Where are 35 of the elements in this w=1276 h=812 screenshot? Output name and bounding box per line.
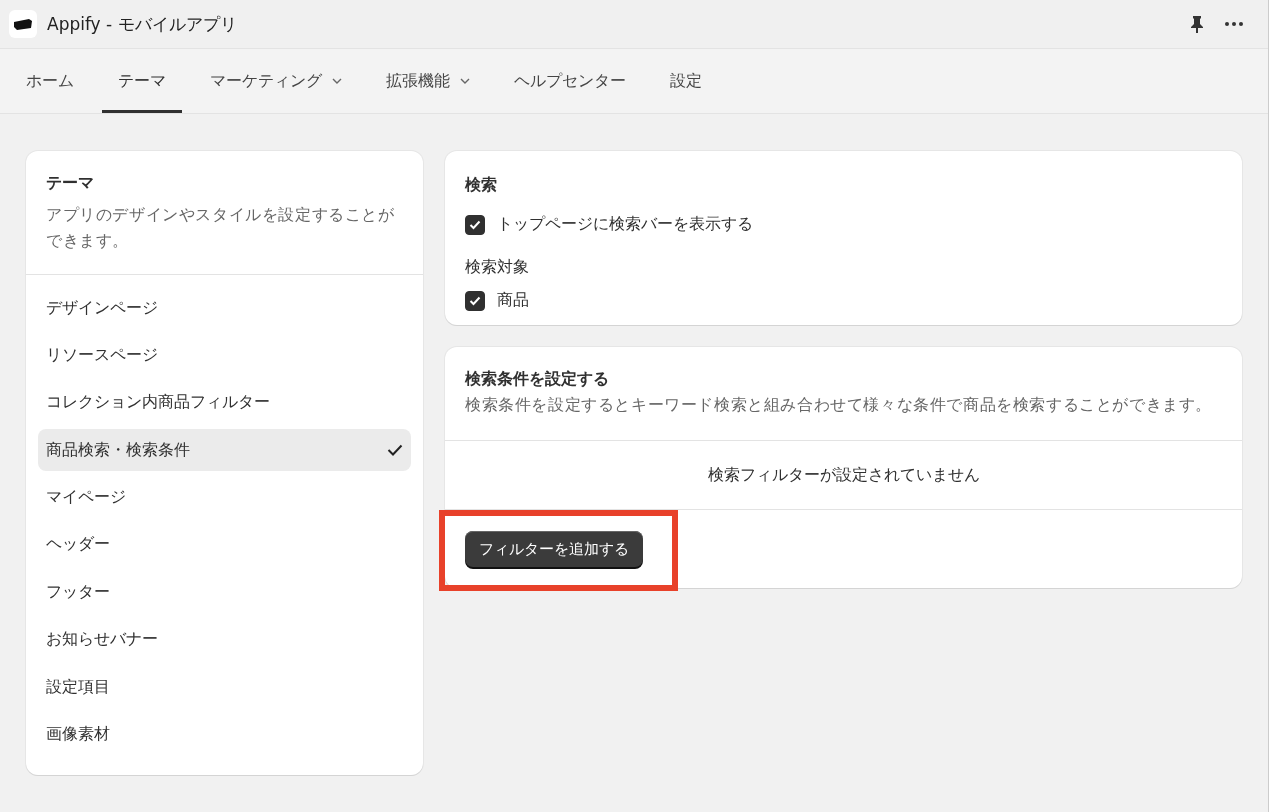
window-title: Appify - モバイルアプリ bbox=[47, 12, 237, 36]
sidebar-item[interactable]: 設定項目 bbox=[38, 666, 411, 709]
field-label: 検索対象 bbox=[465, 257, 530, 278]
sidebar-item[interactable]: マイページ bbox=[38, 476, 411, 519]
check-icon bbox=[469, 219, 481, 230]
sidebar-item[interactable]: 画像素材 bbox=[38, 713, 411, 756]
sidebar-item[interactable]: ヘッダー bbox=[38, 523, 411, 566]
add-filter-button[interactable]: フィルターを追加する bbox=[465, 531, 643, 567]
nav-tab[interactable]: 拡張機能 bbox=[370, 49, 486, 113]
more-icon[interactable] bbox=[1224, 21, 1244, 27]
nav-tab[interactable]: ヘルプセンター bbox=[498, 49, 642, 113]
check-icon bbox=[469, 295, 481, 306]
app-logo-icon bbox=[9, 10, 37, 38]
empty-message: 検索フィルターが設定されていません bbox=[445, 440, 1242, 510]
checkbox[interactable] bbox=[465, 214, 485, 235]
nav-tab[interactable]: 設定 bbox=[654, 49, 718, 113]
card-title: 検索 bbox=[465, 175, 498, 196]
checkbox-label: 商品 bbox=[497, 290, 529, 311]
card-description: 検索条件を設定するとキーワード検索と組み合わせて様々な条件で商品を検索することができます。 bbox=[465, 394, 1213, 416]
sidebar-item[interactable]: フッター bbox=[38, 571, 411, 614]
checkbox-label: トップページに検索バーを表示する bbox=[497, 214, 753, 235]
nav-tab[interactable]: マーケティング bbox=[194, 49, 358, 113]
checkbox[interactable] bbox=[465, 290, 485, 311]
checkmark-icon bbox=[387, 444, 403, 457]
card-title: 検索条件を設定する bbox=[465, 369, 610, 390]
sidebar-description: アプリのデザインやスタイルを設定することができます。 bbox=[46, 204, 396, 252]
nav-tab[interactable]: テーマ bbox=[102, 49, 182, 113]
sidebar-item[interactable]: 商品検索・検索条件 bbox=[38, 429, 411, 472]
sidebar-item[interactable]: コレクション内商品フィルター bbox=[38, 381, 411, 424]
sidebar-item[interactable]: デザインページ bbox=[38, 287, 411, 329]
sidebar-item[interactable]: リソースページ bbox=[38, 334, 411, 377]
sidebar-title: テーマ bbox=[46, 173, 95, 194]
pin-icon[interactable] bbox=[1190, 15, 1204, 33]
nav-tab[interactable]: ホーム bbox=[10, 49, 90, 113]
sidebar-item[interactable]: お知らせバナー bbox=[38, 618, 411, 661]
